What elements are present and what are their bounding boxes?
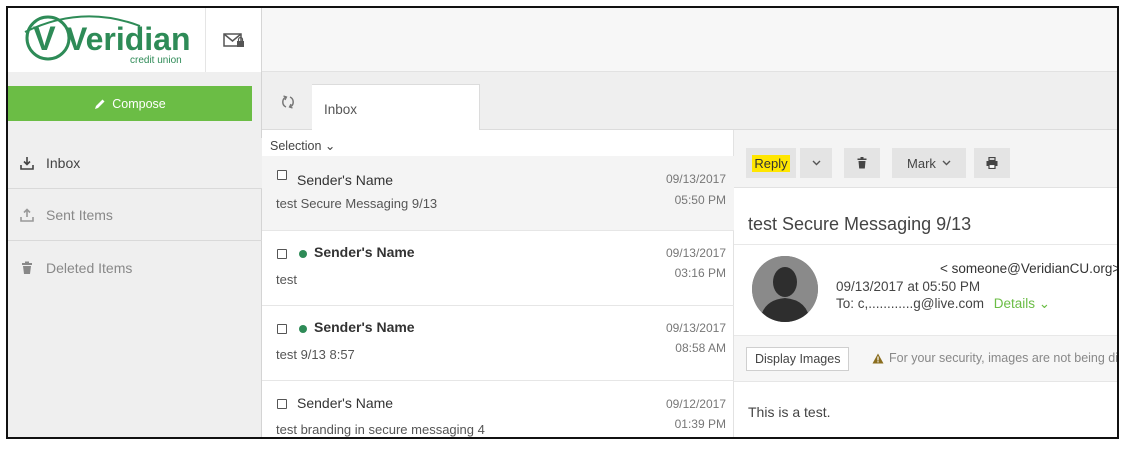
print-button[interactable] [974, 148, 1010, 178]
avatar [752, 256, 818, 322]
sidebar-item-inbox[interactable]: Inbox [8, 138, 262, 189]
list-item[interactable]: Sender's Name test 09/13/2017 03:16 PM [262, 231, 734, 306]
message-date: 09/13/2017 [665, 321, 726, 335]
person-silhouette-icon [752, 256, 818, 322]
compose-button[interactable]: Compose [8, 86, 252, 121]
message-subject: test [276, 272, 297, 287]
sidebar-item-label: Sent Items [46, 207, 113, 223]
list-item[interactable]: Sender's Name test branding in secure me… [262, 381, 734, 437]
message-date: 09/13/2017 [665, 172, 726, 186]
message-sender: Sender's Name [297, 172, 394, 188]
message-time: 05:50 PM [674, 193, 726, 207]
chevron-down-icon [942, 160, 951, 166]
message-date: 09/12/2017 [665, 397, 726, 411]
compose-label: Compose [112, 96, 166, 111]
tab-inbox[interactable]: Inbox [312, 84, 480, 130]
message-checkbox[interactable] [277, 324, 287, 334]
printer-icon [986, 157, 998, 169]
tab-strip: Inbox [262, 72, 1117, 130]
pencil-icon [95, 99, 105, 109]
message-header: < someone@VeridianCU.org> 09/13/2017 at … [734, 244, 1117, 336]
details-link[interactable]: Details ⌄ [994, 296, 1050, 311]
message-toolbar: Reply Mark [734, 130, 1117, 188]
trash-icon [20, 261, 34, 275]
reply-button[interactable]: Reply [746, 148, 796, 178]
message-time: 01:39 PM [674, 417, 726, 431]
sidebar-item-label: Inbox [46, 155, 81, 171]
message-date: 09/13/2017 at 05:50 PM [836, 279, 981, 294]
image-warning-bar: Display Images For your security, images… [734, 336, 1117, 382]
svg-text:V: V [33, 20, 56, 58]
logo-wordmark: Veridian [66, 21, 191, 57]
refresh-icon[interactable] [280, 94, 296, 110]
message-sender: Sender's Name [314, 244, 415, 260]
message-time: 08:58 AM [675, 341, 726, 355]
display-images-button[interactable]: Display Images [746, 347, 850, 371]
message-checkbox[interactable] [277, 399, 287, 409]
logo-tagline: credit union [130, 55, 182, 66]
from-email: < someone@VeridianCU.org> [940, 261, 1119, 276]
reading-pane: Reply Mark test Secure Messaging 9/13 < … [734, 130, 1117, 437]
sidebar-item-label: Deleted Items [46, 259, 133, 276]
message-subject: test Secure Messaging 9/13 [276, 196, 438, 211]
message-subject-heading: test Secure Messaging 9/13 [748, 214, 972, 234]
top-bar: V Veridian credit union [8, 8, 1117, 72]
secure-mail-button[interactable] [206, 8, 262, 72]
app-window: V Veridian credit union Compose Inbox Se… [6, 6, 1119, 439]
logo-area: V Veridian credit union [8, 8, 206, 72]
unread-dot [299, 325, 307, 333]
selection-dropdown[interactable]: Selection ⌄ [270, 138, 335, 153]
security-notice-text: For your security, images are not being … [889, 351, 1119, 365]
message-checkbox[interactable] [277, 170, 287, 180]
recipient-line: To: c,............g@live.com Details ⌄ [836, 296, 1050, 312]
reply-label: Reply [752, 154, 790, 172]
folder-sidebar: Compose Inbox Sent Items Deleted Items [8, 72, 262, 437]
tab-label: Inbox [324, 102, 358, 117]
message-body: This is a test. [748, 404, 831, 420]
sidebar-item-sent[interactable]: Sent Items [8, 190, 262, 241]
message-sender: Sender's Name [314, 319, 415, 335]
message-checkbox[interactable] [277, 249, 287, 259]
trash-icon [857, 157, 867, 169]
message-subject: test branding in secure messaging 4 [276, 422, 485, 437]
unread-dot [299, 250, 307, 258]
list-item[interactable]: Sender's Name test 9/13 8:57 09/13/2017 … [262, 306, 734, 381]
message-date: 09/13/2017 [665, 246, 726, 260]
warning-icon [872, 353, 884, 363]
sidebar-item-deleted[interactable]: Deleted Items [8, 242, 262, 293]
chevron-down-icon [812, 160, 820, 166]
message-list: Selection ⌄ Sender's Name test Secure Me… [262, 130, 734, 437]
delete-button[interactable] [844, 148, 880, 178]
message-time: 03:16 PM [674, 266, 726, 280]
message-sender: Sender's Name [297, 395, 394, 411]
reply-options-button[interactable] [800, 148, 832, 178]
mark-label: Mark [907, 155, 936, 171]
recipient-text: To: c,............g@live.com [836, 296, 984, 311]
message-subject: test 9/13 8:57 [276, 347, 355, 362]
mark-dropdown-button[interactable]: Mark [892, 148, 966, 178]
list-item[interactable]: Sender's Name test Secure Messaging 9/13… [262, 156, 734, 231]
veridian-logo: V Veridian credit union [24, 15, 191, 66]
envelope-lock-icon [222, 33, 244, 47]
security-notice: For your security, images are not being … [872, 351, 1119, 365]
upload-tray-icon [20, 208, 34, 222]
download-tray-icon [20, 156, 34, 170]
